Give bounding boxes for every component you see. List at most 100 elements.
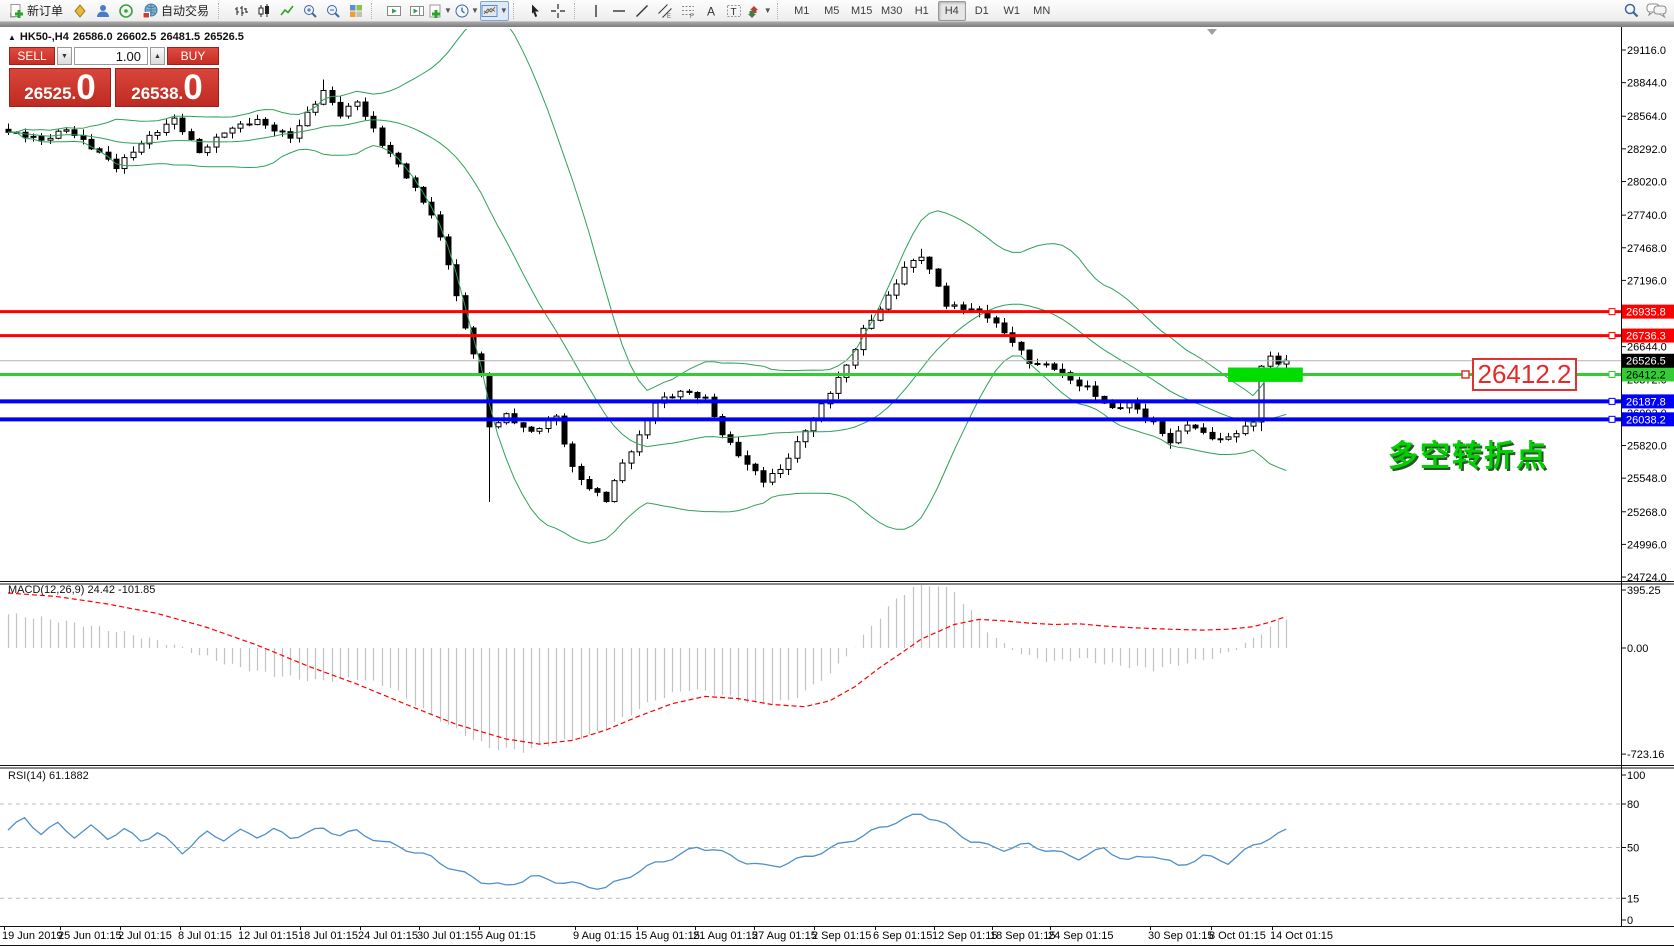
trendline-icon — [636, 4, 649, 17]
highlight-zone-rect[interactable] — [1228, 367, 1303, 382]
candle-body — [1134, 402, 1141, 410]
timeframe-button-d1[interactable]: D1 — [968, 1, 996, 21]
candle-body — [669, 396, 676, 399]
time-label: 5 Aug 01:15 — [477, 930, 536, 942]
fibonacci-button[interactable]: F — [677, 1, 700, 21]
zoom-out-button[interactable] — [321, 1, 344, 21]
add-indicator-button[interactable]: ▼ — [428, 1, 453, 21]
volume-increase-button[interactable]: ▲ — [150, 47, 165, 65]
candle-body — [63, 129, 70, 132]
text-button[interactable]: A — [700, 1, 723, 21]
macd-indicator-label: MACD(12,26,9) 24.42 -101.85 — [8, 584, 156, 596]
buy-button[interactable]: BUY — [167, 47, 219, 65]
sell-button[interactable]: SELL — [9, 47, 55, 65]
timeframe-button-w1[interactable]: W1 — [998, 1, 1026, 21]
line-anchor[interactable] — [1608, 370, 1616, 378]
buy-price-button[interactable]: 26538. 0 — [115, 68, 219, 107]
bar-chart-button[interactable] — [229, 1, 252, 21]
equidistant-channel-button[interactable]: E — [654, 1, 677, 21]
candle-body — [603, 491, 610, 503]
search-icon[interactable] — [1623, 2, 1640, 19]
timeframe-button-mn[interactable]: MN — [1028, 1, 1056, 21]
price-tag-label: 26187.8 — [1626, 396, 1666, 408]
candlestick-chart-button[interactable] — [252, 1, 275, 21]
signals-button[interactable] — [114, 1, 137, 21]
buy-price-int: 26538 — [131, 84, 179, 103]
candle-body — [138, 143, 145, 153]
timeframe-button-h4[interactable]: H4 — [937, 0, 966, 21]
zoom-out-icon — [326, 4, 340, 18]
vertical-line-button[interactable] — [585, 1, 608, 21]
volume-input[interactable]: 1.00 — [74, 47, 148, 65]
crosshair-button[interactable] — [547, 1, 570, 21]
chart-profile-button[interactable] — [68, 1, 91, 21]
sell-price-int: 26525 — [24, 84, 72, 103]
trendline-button[interactable] — [631, 1, 654, 21]
line-anchor[interactable] — [1608, 332, 1616, 340]
add-indicator-icon — [429, 4, 441, 18]
line-anchor[interactable] — [1608, 308, 1616, 316]
candle-body — [254, 118, 261, 126]
chart-shift-marker[interactable] — [1207, 29, 1217, 35]
collapse-arrow-icon[interactable]: ▲ — [8, 33, 16, 42]
autotrading-button[interactable]: 自动交易 — [137, 1, 214, 21]
volume-decrease-button[interactable]: ▼ — [57, 47, 72, 65]
sell-price-button[interactable]: 26525. 0 — [9, 68, 111, 107]
candle-body — [304, 111, 311, 127]
arrows-button[interactable]: ▼ — [746, 1, 773, 21]
zoom-in-button[interactable] — [298, 1, 321, 21]
time-label: 25 Jun 01:15 — [58, 930, 122, 942]
candle-body — [694, 391, 701, 399]
horizontal-line-button[interactable] — [608, 1, 631, 21]
line-anchor[interactable] — [1608, 397, 1616, 405]
fibonacci-icon: F — [682, 5, 695, 19]
svg-text:F: F — [690, 14, 694, 19]
periods-button[interactable]: ▼ — [453, 1, 480, 21]
turning-point-annotation[interactable]: 多空转折点 — [1388, 431, 1548, 475]
candle-body — [910, 259, 917, 268]
templates-button[interactable]: ▼ — [479, 0, 509, 21]
candle-body — [1217, 438, 1224, 441]
level-price-label[interactable]: 26412.2 — [1472, 358, 1577, 391]
price-tick-label: 27468.0 — [1627, 243, 1667, 255]
chat-icon[interactable] — [1646, 2, 1668, 19]
macd-axis-label: 395.25 — [1627, 585, 1661, 597]
timeframe-button-h1[interactable]: H1 — [908, 1, 936, 21]
new-order-button[interactable]: 新订单 — [3, 1, 68, 21]
timeframe-button-m1[interactable]: M1 — [788, 1, 816, 21]
time-label: 27 Aug 01:15 — [752, 930, 817, 942]
time-label: 9 Aug 01:15 — [573, 930, 632, 942]
market-button[interactable] — [91, 1, 114, 21]
candle-body — [445, 236, 452, 266]
line-anchor[interactable] — [1608, 415, 1616, 423]
auto-scroll-icon — [386, 5, 401, 16]
candle-body — [935, 268, 942, 287]
chart-shift-button[interactable] — [405, 1, 428, 21]
auto-scroll-button[interactable] — [382, 1, 405, 21]
candle-body — [1034, 362, 1041, 365]
candle-body — [1076, 379, 1083, 387]
candle-body — [1109, 402, 1116, 409]
candle-body — [1051, 363, 1058, 370]
label-anchor[interactable] — [1461, 370, 1470, 379]
price-tick-label: 28292.0 — [1627, 144, 1667, 156]
toolbar-separator — [512, 2, 521, 19]
timeframe-button-m30[interactable]: M30 — [878, 1, 906, 21]
line-chart-button[interactable] — [275, 1, 298, 21]
candle-body — [1092, 385, 1099, 397]
text-label-button[interactable]: T — [723, 1, 746, 21]
candle-body — [1043, 363, 1050, 366]
price-tick-label: 25268.0 — [1627, 507, 1667, 519]
tile-windows-button[interactable] — [344, 1, 367, 21]
horizontal-line-icon — [613, 9, 626, 12]
timeframe-button-m5[interactable]: M5 — [818, 1, 846, 21]
candle-body — [760, 470, 767, 483]
timeframe-button-m15[interactable]: M15 — [848, 1, 876, 21]
price-tick-label: 24724.0 — [1627, 572, 1667, 584]
cursor-button[interactable] — [524, 1, 547, 21]
time-label: 8 Jul 01:15 — [178, 930, 232, 942]
candle-body — [171, 117, 178, 125]
candle-body — [528, 426, 535, 432]
candle-body — [279, 130, 286, 133]
svg-text:A: A — [707, 4, 715, 18]
